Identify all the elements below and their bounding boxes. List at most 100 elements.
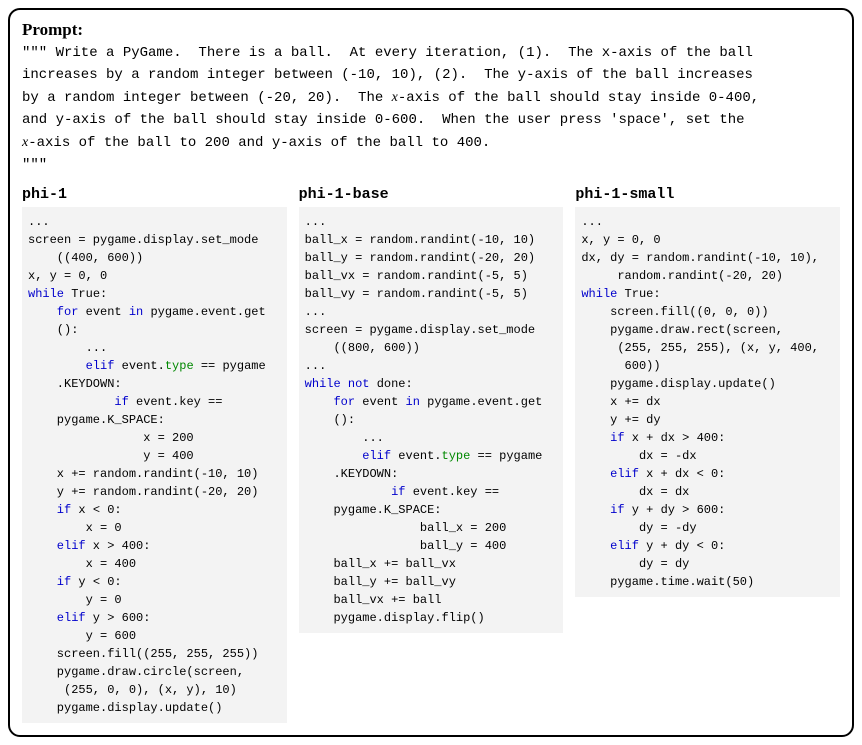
kw-not: not — [341, 377, 370, 391]
code-line: pygame.event.get — [420, 395, 542, 409]
code-line: y = 0 — [28, 593, 122, 607]
kw-for: for — [28, 305, 78, 319]
kw-if: if — [581, 503, 624, 517]
code-line: x = 200 — [28, 431, 194, 445]
code-line: x = 400 — [28, 557, 136, 571]
kw-elif: elif — [28, 359, 114, 373]
kw-elif: elif — [28, 539, 86, 553]
code-line: (): — [305, 413, 355, 427]
code-line: x < 0: — [71, 503, 121, 517]
code-line: pygame.K_SPACE: — [28, 413, 165, 427]
kw-type: type — [442, 449, 471, 463]
code-line: x, y = 0, 0 — [581, 233, 660, 247]
col-phi-1: phi-1 ... screen = pygame.display.set_mo… — [22, 186, 287, 723]
code-line: True: — [617, 287, 660, 301]
code-line: pygame.draw.circle(screen, — [28, 665, 244, 679]
code-line: x > 400: — [86, 539, 151, 553]
code-line: y + dy < 0: — [639, 539, 725, 553]
code-line: event — [78, 305, 128, 319]
code-line: ball_x = 200 — [305, 521, 507, 535]
kw-if: if — [28, 575, 71, 589]
code-phi-1-base: ... ball_x = random.randint(-10, 10) bal… — [299, 207, 564, 633]
kw-elif: elif — [28, 611, 86, 625]
kw-if: if — [581, 431, 624, 445]
col-header-phi-1: phi-1 — [22, 186, 287, 203]
code-line: ... — [581, 215, 603, 229]
code-line: x, y = 0, 0 — [28, 269, 107, 283]
code-line: ball_y = random.randint(-20, 20) — [305, 251, 535, 265]
code-line: y > 600: — [86, 611, 151, 625]
code-line: event.key == — [406, 485, 500, 499]
code-line: dx = -dx — [581, 449, 696, 463]
code-line: pygame.K_SPACE: — [305, 503, 442, 517]
prompt-line-close: """ — [22, 157, 47, 173]
code-line: ball_x = random.randint(-10, 10) — [305, 233, 535, 247]
code-line: dy = -dy — [581, 521, 696, 535]
kw-for: for — [305, 395, 355, 409]
kw-type: type — [165, 359, 194, 373]
code-line: (): — [28, 323, 78, 337]
code-line: x + dx > 400: — [625, 431, 726, 445]
figure-container: Prompt: """ Write a PyGame. There is a b… — [8, 8, 854, 737]
code-line: == pygame — [470, 449, 542, 463]
kw-elif: elif — [581, 467, 639, 481]
code-line: done: — [370, 377, 413, 391]
col-header-phi-1-small: phi-1-small — [575, 186, 840, 203]
code-line: ball_vx = random.randint(-5, 5) — [305, 269, 528, 283]
code-line: ball_y += ball_vy — [305, 575, 456, 589]
code-line: ... — [305, 305, 327, 319]
code-line: ((800, 600)) — [305, 341, 420, 355]
code-line: pygame.draw.rect(screen, — [581, 323, 783, 337]
code-line: ball_x += ball_vx — [305, 557, 456, 571]
code-line: screen = pygame.display.set_mode — [305, 323, 535, 337]
code-columns: phi-1 ... screen = pygame.display.set_mo… — [22, 186, 840, 723]
code-line: event — [355, 395, 405, 409]
prompt-line-3-pre: by a random integer between (-20, 20). T… — [22, 90, 392, 106]
prompt-line-3-post: -axis of the ball should stay inside 0-4… — [398, 90, 759, 106]
code-line: .KEYDOWN: — [305, 467, 399, 481]
code-line: y += dy — [581, 413, 660, 427]
code-line: ... — [305, 359, 327, 373]
code-line: x = 0 — [28, 521, 122, 535]
code-line: ... — [28, 215, 50, 229]
code-line: event.key == — [129, 395, 223, 409]
code-line: .KEYDOWN: — [28, 377, 122, 391]
prompt-title: Prompt: — [22, 20, 840, 40]
code-line: ((400, 600)) — [28, 251, 143, 265]
code-line: 600)) — [581, 359, 660, 373]
code-line: ... — [305, 215, 327, 229]
code-line: (255, 255, 255), (x, y, 400, — [581, 341, 819, 355]
code-line: x + dx < 0: — [639, 467, 725, 481]
code-line: y += random.randint(-20, 20) — [28, 485, 258, 499]
kw-if: if — [28, 395, 129, 409]
code-line: screen.fill((0, 0, 0)) — [581, 305, 768, 319]
code-line: ... — [305, 431, 384, 445]
code-line: dx, dy = random.randint(-10, 10), — [581, 251, 819, 265]
code-phi-1-small: ... x, y = 0, 0 dx, dy = random.randint(… — [575, 207, 840, 597]
code-line: pygame.display.update() — [581, 377, 775, 391]
code-line: ball_vx += ball — [305, 593, 442, 607]
code-line: == pygame — [194, 359, 266, 373]
kw-while: while — [28, 287, 64, 301]
code-line: y = 600 — [28, 629, 136, 643]
prompt-line-5-post: -axis of the ball to 200 and y-axis of t… — [28, 135, 490, 151]
code-line: dy = dy — [581, 557, 689, 571]
code-line: dx = dx — [581, 485, 689, 499]
col-phi-1-base: phi-1-base ... ball_x = random.randint(-… — [299, 186, 564, 723]
kw-in: in — [406, 395, 420, 409]
code-line: y + dy > 600: — [625, 503, 726, 517]
code-line: pygame.display.update() — [28, 701, 222, 715]
prompt-text: """ Write a PyGame. There is a ball. At … — [22, 42, 840, 176]
code-line: ball_y = 400 — [305, 539, 507, 553]
code-line: (255, 0, 0), (x, y), 10) — [28, 683, 237, 697]
code-line: x += random.randint(-10, 10) — [28, 467, 258, 481]
kw-while: while — [305, 377, 341, 391]
prompt-line-4: and y-axis of the ball should stay insid… — [22, 112, 745, 128]
code-line: True: — [64, 287, 107, 301]
kw-while: while — [581, 287, 617, 301]
kw-if: if — [305, 485, 406, 499]
code-line: screen = pygame.display.set_mode — [28, 233, 258, 247]
code-line: pygame.display.flip() — [305, 611, 485, 625]
code-line: y = 400 — [28, 449, 194, 463]
kw-elif: elif — [581, 539, 639, 553]
